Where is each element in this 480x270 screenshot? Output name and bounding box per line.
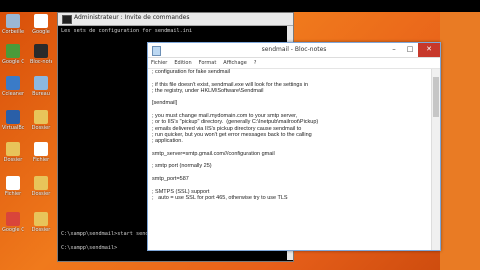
desktop-icon-label: Ccleaner bbox=[2, 91, 24, 97]
app-icon bbox=[34, 176, 48, 190]
app-icon bbox=[6, 14, 20, 28]
desktop-icon-label: Dossier bbox=[31, 191, 51, 197]
notepad-window[interactable]: sendmail - Bloc-notes – □ ✕ Fichier Editi… bbox=[147, 42, 441, 251]
app-icon bbox=[34, 44, 48, 58]
app-icon bbox=[6, 44, 20, 58]
maximize-icon[interactable]: □ bbox=[402, 43, 418, 57]
desktop-icon[interactable]: Bureau bbox=[30, 76, 52, 97]
desktop-icon-label: Google Chrome bbox=[2, 59, 24, 65]
menu-item[interactable]: Edition bbox=[174, 58, 191, 68]
window-controls: – □ ✕ bbox=[386, 43, 440, 57]
desktop-right-band bbox=[440, 12, 480, 270]
desktop-icon-label: Bureau bbox=[32, 91, 50, 97]
notepad-scrollbar[interactable] bbox=[431, 69, 440, 250]
desktop-icon-label: Fichier bbox=[32, 157, 50, 163]
menu-item[interactable]: Fichier bbox=[151, 58, 167, 68]
minimize-icon[interactable]: – bbox=[386, 43, 402, 57]
desktop-icon[interactable]: Corbeille bbox=[2, 14, 24, 35]
app-icon bbox=[6, 176, 20, 190]
desktop-icon[interactable]: VirtualBox bbox=[2, 110, 24, 131]
cmd-title: Administrateur : Invite de commandes bbox=[74, 14, 190, 21]
text-line: ; auto = use SSL for port 465, otherwise… bbox=[152, 194, 288, 201]
app-icon bbox=[6, 76, 20, 90]
desktop-icon[interactable]: Ccleaner bbox=[2, 76, 24, 97]
desktop-icon[interactable]: Dossier bbox=[30, 176, 52, 197]
desktop-icon[interactable]: Dossier bbox=[30, 110, 52, 131]
desktop-icon[interactable]: Bloc-notes bbox=[30, 44, 52, 65]
top-black-bar bbox=[0, 0, 480, 12]
cmd-titlebar[interactable]: Administrateur : Invite de commandes bbox=[58, 13, 293, 26]
app-icon bbox=[34, 110, 48, 124]
screen: Corbeille Google Google Chrome Bloc-notes Cc… bbox=[0, 0, 480, 270]
app-icon bbox=[34, 142, 48, 156]
desktop-icon-label: Fichier bbox=[4, 191, 22, 197]
desktop-icon-label: Dossier bbox=[3, 157, 23, 163]
app-icon bbox=[34, 14, 48, 28]
desktop-icon-label: Corbeille bbox=[2, 29, 24, 35]
desktop-icon[interactable]: Google Chrome bbox=[2, 212, 24, 233]
desktop-icon-label: Dossier bbox=[31, 227, 51, 233]
desktop-icon[interactable]: Google bbox=[30, 14, 52, 35]
desktop-icon[interactable]: Google Chrome bbox=[2, 44, 24, 65]
app-icon bbox=[34, 212, 48, 226]
desktop-icon-label: VirtualBox bbox=[2, 125, 24, 131]
desktop-icon[interactable]: Fichier bbox=[2, 176, 24, 197]
desktop-icon[interactable]: Fichier bbox=[30, 142, 52, 163]
close-icon[interactable]: ✕ bbox=[418, 43, 440, 57]
notepad-titlebar[interactable]: sendmail - Bloc-notes – □ ✕ bbox=[148, 43, 440, 58]
cmd-icon bbox=[62, 15, 72, 24]
app-icon bbox=[6, 110, 20, 124]
menu-item[interactable]: ? bbox=[254, 58, 257, 68]
desktop-icon[interactable]: Dossier bbox=[2, 142, 24, 163]
cmd-line: Les sets de configuration for sendmail.i… bbox=[61, 28, 193, 34]
notepad-text-area[interactable]: ; configuration for fake sendmail; if th… bbox=[150, 69, 432, 250]
desktop-icon[interactable]: Dossier bbox=[30, 212, 52, 233]
menu-item[interactable]: Affichage bbox=[223, 58, 247, 68]
menu-item[interactable]: Format bbox=[199, 58, 217, 68]
desktop-icon-label: Bloc-notes bbox=[30, 59, 52, 65]
desktop-icon-label: Dossier bbox=[31, 125, 51, 131]
desktop-icon-label: Google bbox=[32, 29, 50, 35]
app-icon bbox=[6, 212, 20, 226]
app-icon bbox=[6, 142, 20, 156]
app-icon bbox=[34, 76, 48, 90]
desktop-icon-label: Google Chrome bbox=[2, 227, 24, 233]
notepad-menubar: Fichier Edition Format Affichage? bbox=[148, 58, 440, 69]
scrollbar-thumb[interactable] bbox=[433, 77, 439, 117]
